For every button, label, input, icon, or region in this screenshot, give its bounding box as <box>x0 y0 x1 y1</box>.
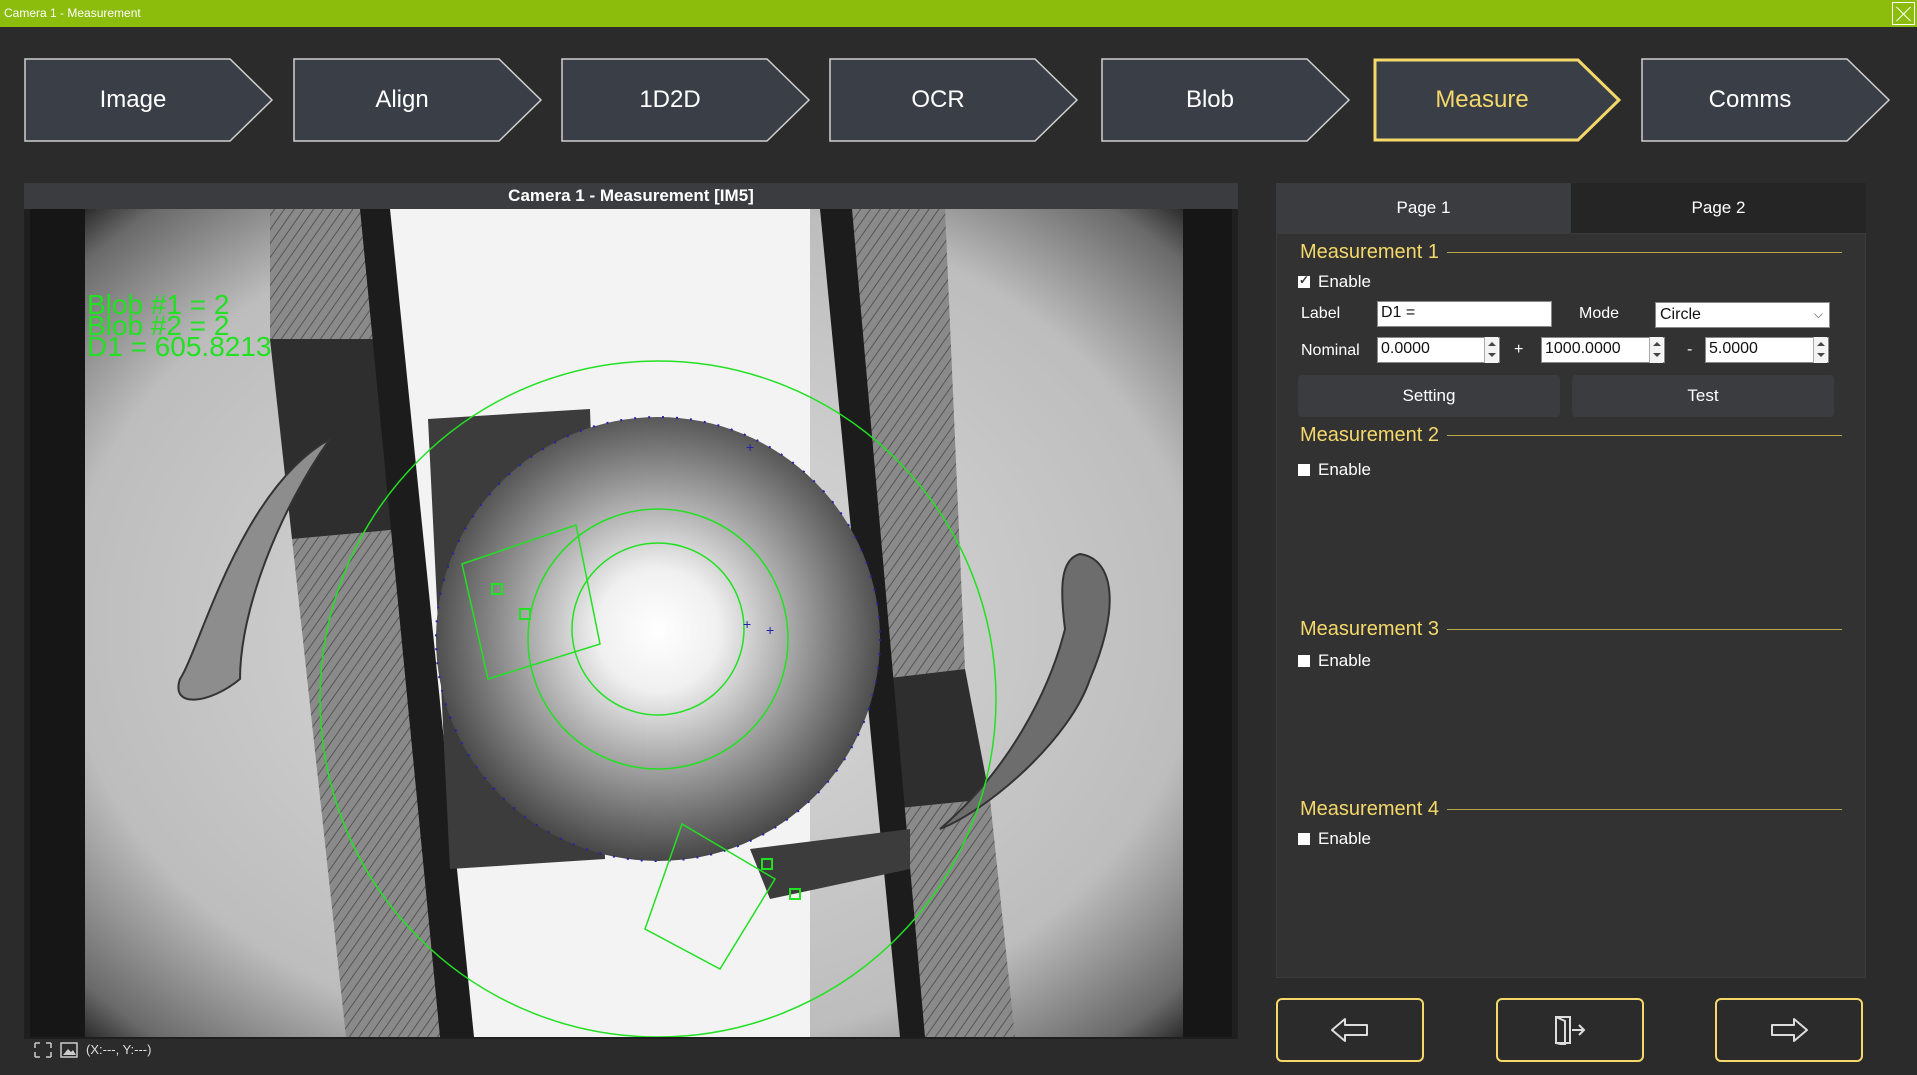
nominal-field[interactable]: 0.0000 <box>1377 337 1500 363</box>
step-comms[interactable]: Comms <box>1641 58 1891 142</box>
tab-page-1[interactable]: Page 1 <box>1276 183 1571 233</box>
close-icon <box>1892 2 1915 25</box>
next-button[interactable] <box>1715 998 1863 1062</box>
plus-sign: + <box>1514 341 1524 358</box>
step-image[interactable]: Image <box>24 58 274 142</box>
window-title: Camera 1 - Measurement <box>4 6 141 20</box>
measurement-1-title: Measurement 1 <box>1300 241 1447 264</box>
step-label: Comms <box>1708 86 1792 113</box>
camera-viewer: Camera 1 - Measurement [IM5] + + + Blob … <box>24 183 1238 1062</box>
measurement-2-header: Measurement 2 <box>1300 424 1842 448</box>
tab-page-2[interactable]: Page 2 <box>1571 183 1866 233</box>
checkbox-unchecked-icon <box>1298 655 1310 667</box>
label-field[interactable]: D1 = <box>1377 301 1552 327</box>
svg-text:+: + <box>743 616 751 632</box>
checkbox-unchecked-icon <box>1298 464 1310 476</box>
back-button[interactable] <box>1276 998 1424 1062</box>
svg-text:+: + <box>766 622 774 638</box>
camera-image[interactable]: + + + Blob #1 = 2 Blob #2 = 2 D1 = 605.8… <box>30 209 1232 1037</box>
measurement-1-enable-checkbox[interactable]: Enable <box>1298 272 1371 292</box>
overlay-text: Blob #1 = 2 Blob #2 = 2 D1 = 605.8213 <box>87 291 272 362</box>
enable-label: Enable <box>1318 651 1371 670</box>
mode-select[interactable]: Circle ⌵ <box>1655 302 1830 328</box>
measurement-3-title: Measurement 3 <box>1300 618 1447 641</box>
nominal-spinner[interactable] <box>1484 337 1498 363</box>
test-button[interactable]: Test <box>1572 375 1834 417</box>
measurement-1-header: Measurement 1 <box>1300 241 1842 265</box>
step-1d2d[interactable]: 1D2D <box>561 58 811 142</box>
image-icon[interactable] <box>60 1042 78 1058</box>
measurement-3-header: Measurement 3 <box>1300 618 1842 642</box>
step-align[interactable]: Align <box>293 58 543 142</box>
step-measure[interactable]: Measure <box>1373 58 1623 142</box>
measurement-4-enable-checkbox[interactable]: Enable <box>1298 829 1371 849</box>
step-label: 1D2D <box>639 86 701 113</box>
viewer-footer: (X:---, Y:---) <box>24 1039 1238 1062</box>
measurement-2-enable-checkbox[interactable]: Enable <box>1298 460 1371 480</box>
plus-tolerance-spinner[interactable] <box>1649 337 1663 363</box>
checkbox-checked-icon <box>1298 273 1310 288</box>
close-button[interactable] <box>1890 0 1917 27</box>
enable-label: Enable <box>1318 272 1371 291</box>
enable-label: Enable <box>1318 460 1371 479</box>
viewer-title: Camera 1 - Measurement [IM5] <box>24 183 1238 209</box>
overlay-line-d1: D1 = 605.8213 <box>87 331 272 362</box>
measurement-2-title: Measurement 2 <box>1300 424 1447 447</box>
step-label: OCR <box>911 86 965 113</box>
step-ocr[interactable]: OCR <box>829 58 1079 142</box>
label-caption: Label <box>1301 305 1341 322</box>
page-tabs: Page 1 Page 2 <box>1276 183 1866 233</box>
minus-tolerance-spinner[interactable] <box>1813 337 1827 363</box>
step-label: Measure <box>1435 86 1529 113</box>
mode-value: Circle <box>1660 306 1701 323</box>
step-label: Image <box>99 86 167 113</box>
minus-sign: - <box>1687 341 1693 358</box>
svg-text:+: + <box>746 439 754 455</box>
fit-to-window-icon[interactable] <box>34 1042 52 1058</box>
checkbox-unchecked-icon <box>1298 833 1310 845</box>
exit-button[interactable] <box>1496 998 1644 1062</box>
exit-door-icon <box>1555 1016 1586 1045</box>
coordinate-readout: (X:---, Y:---) <box>86 1042 152 1057</box>
mode-caption: Mode <box>1579 305 1620 322</box>
arrow-left-icon <box>1331 1018 1368 1042</box>
step-label: Blob <box>1185 86 1235 113</box>
plus-tolerance-field[interactable]: 1000.0000 <box>1541 337 1665 363</box>
chevron-down-icon: ⌵ <box>1813 307 1823 321</box>
measurement-4-header: Measurement 4 <box>1300 798 1842 822</box>
minus-tolerance-field[interactable]: 5.0000 <box>1705 337 1829 363</box>
step-blob[interactable]: Blob <box>1101 58 1351 142</box>
title-bar: Camera 1 - Measurement <box>0 0 1917 27</box>
measurement-3-enable-checkbox[interactable]: Enable <box>1298 651 1371 671</box>
measurement-4-title: Measurement 4 <box>1300 798 1447 821</box>
enable-label: Enable <box>1318 829 1371 848</box>
setting-button[interactable]: Setting <box>1298 375 1560 417</box>
step-navigation: Image Align 1D2D OCR Blob Measure Comms <box>0 58 1917 142</box>
step-label: Align <box>375 86 429 113</box>
nominal-caption: Nominal <box>1301 342 1360 359</box>
arrow-right-icon <box>1771 1018 1808 1042</box>
